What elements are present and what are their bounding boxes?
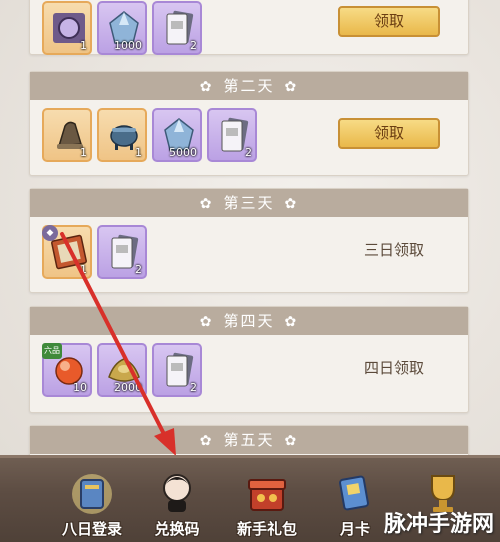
gift-box-icon (248, 479, 286, 511)
grade-tag: ◆ (42, 225, 58, 241)
reward-qty: 2 (190, 381, 197, 394)
reward-qty: 1 (135, 146, 142, 159)
flower-icon: ✿ (284, 433, 299, 449)
day-title: 第二天 (223, 77, 275, 95)
claim-button-day-2[interactable]: 领取 (338, 118, 440, 149)
nav-starter-pack[interactable]: 新手礼包 (222, 468, 312, 542)
day-title: 第五天 (223, 431, 275, 449)
reward-slot[interactable]: 2 (152, 1, 202, 55)
month-card-icon (339, 475, 369, 511)
nav-label: 新手礼包 (236, 520, 297, 538)
flower-icon: ✿ (284, 79, 299, 95)
reward-qty: 2 (245, 146, 252, 159)
watermark-text: 脉冲手游网 (383, 512, 494, 537)
day-header: ✿ 第四天 ✿ (30, 307, 468, 335)
reward-slot[interactable]: 5000 (152, 108, 202, 162)
reward-slot[interactable]: 1 (97, 108, 147, 162)
reward-qty: 1000 (114, 39, 142, 52)
reward-qty: 10 (73, 381, 87, 394)
claim-button-day-1[interactable]: 领取 (338, 6, 440, 37)
eight-day-login-icon (72, 474, 112, 514)
reward-qty: 1 (80, 146, 87, 159)
day-card-1: 1 1000 2 领取 (29, 0, 469, 55)
day-card-4: ✿ 第四天 ✿ 六品 10 2000 2 四日领取 (29, 306, 469, 413)
reward-list[interactable]: 1 1000 2 领取 ✿ 第二天 ✿ 1 1 5000 2 领取 ✿ 第三天 … (0, 0, 500, 455)
reward-slot[interactable]: 1000 (97, 1, 147, 55)
reward-qty: 1 (80, 39, 87, 52)
day-header: ✿ 第五天 ✿ (30, 426, 468, 454)
bottom-nav: 八日登录 兑换码 新手礼包 月卡 脉冲手游网 (0, 455, 500, 542)
grade-tag: 六品 (42, 343, 62, 359)
reward-slot[interactable]: 六品 10 (42, 343, 92, 397)
flower-icon: ✿ (199, 314, 214, 330)
flower-icon: ✿ (199, 196, 214, 212)
reward-qty: 2 (190, 39, 197, 52)
reward-slot[interactable]: 2 (207, 108, 257, 162)
flower-icon: ✿ (284, 314, 299, 330)
day-card-2: ✿ 第二天 ✿ 1 1 5000 2 领取 (29, 71, 469, 176)
reward-slot[interactable]: 1 (42, 1, 92, 55)
redeem-code-character-icon (163, 474, 191, 512)
nav-label: 兑换码 (154, 520, 200, 538)
claim-status-day-4: 四日领取 (363, 359, 424, 377)
reward-slot[interactable]: ◆ 1 (42, 225, 92, 279)
day-header: ✿ 第三天 ✿ (30, 189, 468, 217)
flower-icon: ✿ (199, 79, 214, 95)
day-title: 第三天 (223, 194, 275, 212)
day-card-5: ✿ 第五天 ✿ (29, 425, 469, 455)
flower-icon: ✿ (199, 433, 214, 449)
reward-qty: 2 (135, 263, 142, 276)
reward-qty: 1 (80, 263, 87, 276)
nav-redeem-code[interactable]: 兑换码 (132, 468, 222, 542)
nav-label: 八日登录 (61, 520, 122, 538)
reward-slot[interactable]: 2 (152, 343, 202, 397)
claim-status-day-3: 三日领取 (363, 241, 424, 259)
flower-icon: ✿ (284, 196, 299, 212)
nav-eight-day-login[interactable]: 八日登录 (47, 468, 137, 542)
reward-slot[interactable]: 2000 (97, 343, 147, 397)
day-header: ✿ 第二天 ✿ (30, 72, 468, 100)
reward-qty: 2000 (114, 381, 142, 394)
reward-slot[interactable]: 1 (42, 108, 92, 162)
reward-qty: 5000 (169, 146, 197, 159)
day-card-3: ✿ 第三天 ✿ ◆ 1 2 三日领取 (29, 188, 469, 293)
reward-slot[interactable]: 2 (97, 225, 147, 279)
day-title: 第四天 (223, 312, 275, 330)
